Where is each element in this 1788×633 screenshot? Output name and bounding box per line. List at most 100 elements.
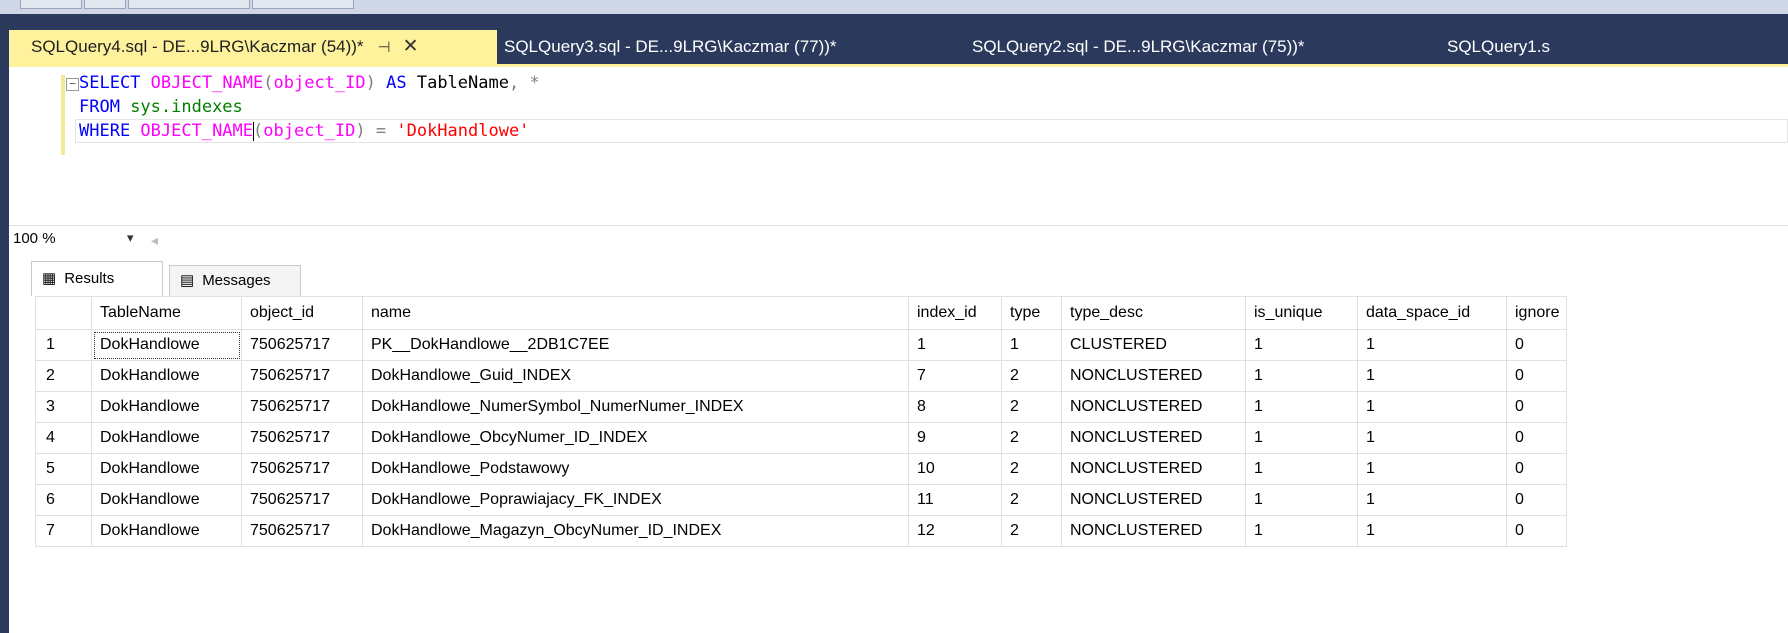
grid-cell[interactable]: 0 [1506,329,1567,361]
row-number[interactable]: 3 [35,391,92,423]
grid-cell[interactable]: 1 [1245,329,1358,361]
column-header[interactable]: type_desc [1061,296,1246,330]
grid-cell[interactable]: 750625717 [241,329,363,361]
table-row[interactable]: 3 DokHandlowe 750625717 DokHandlowe_NumerSy… [35,391,1567,423]
grid-cell[interactable]: 2 [1001,360,1062,392]
tab-sqlquery1[interactable]: SQLQuery1.s [1447,30,1550,64]
grid-cell[interactable]: 750625717 [241,453,363,485]
grid-cell[interactable]: 1 [1357,484,1507,516]
grid-cell[interactable]: DokHandlowe_Guid_INDEX [362,360,909,392]
grid-cell[interactable]: NONCLUSTERED [1061,391,1246,423]
row-number[interactable]: 1 [35,329,92,361]
grid-cell[interactable]: 2 [1001,453,1062,485]
grid-cell[interactable]: NONCLUSTERED [1061,453,1246,485]
grid-cell[interactable]: 7 [908,360,1002,392]
column-header[interactable]: ignore [1506,296,1567,330]
close-icon[interactable]: ✕ [403,30,419,64]
table-row[interactable]: 1 DokHandlowe 750625717 PK__DokHandlowe__2D… [35,329,1567,361]
grid-cell[interactable]: DokHandlowe [91,391,242,423]
grid-cell[interactable]: PK__DokHandlowe__2DB1C7EE [362,329,909,361]
grid-cell[interactable]: 1 [1357,453,1507,485]
grid-cell[interactable]: 750625717 [241,360,363,392]
grid-cell[interactable]: NONCLUSTERED [1061,360,1246,392]
pin-icon[interactable]: ⊣ [378,31,391,65]
grid-cell[interactable]: 0 [1506,360,1567,392]
grid-cell[interactable]: NONCLUSTERED [1061,422,1246,454]
grid-cell[interactable]: 11 [908,484,1002,516]
grid-cell[interactable]: 2 [1001,515,1062,547]
grid-cell[interactable]: 2 [1001,391,1062,423]
grid-cell[interactable]: DokHandlowe [91,515,242,547]
grid-cell[interactable]: 0 [1506,453,1567,485]
tab-messages[interactable]: ▤ Messages [169,265,301,297]
table-row[interactable]: 6 DokHandlowe 750625717 DokHandlowe_Poprawi… [35,484,1567,516]
grid-cell[interactable]: 1 [1245,515,1358,547]
column-header[interactable]: data_space_id [1357,296,1507,330]
tab-results[interactable]: ▦ Results [31,261,163,296]
grid-cell[interactable]: DokHandlowe [91,360,242,392]
column-header[interactable]: index_id [908,296,1002,330]
table-row[interactable]: 4 DokHandlowe 750625717 DokHandlowe_ObcyNum… [35,422,1567,454]
row-number[interactable]: 4 [35,422,92,454]
grid-cell[interactable]: 0 [1506,391,1567,423]
grid-cell[interactable]: 9 [908,422,1002,454]
grid-cell[interactable]: 1 [908,329,1002,361]
grid-cell[interactable]: DokHandlowe [91,422,242,454]
table-row[interactable]: 2 DokHandlowe 750625717 DokHandlowe_Guid_IN… [35,360,1567,392]
collapse-icon[interactable]: − [66,78,79,91]
grid-cell[interactable]: DokHandlowe_Poprawiajacy_FK_INDEX [362,484,909,516]
grid-cell[interactable]: DokHandlowe_NumerSymbol_NumerNumer_INDEX [362,391,909,423]
grid-cell[interactable]: 0 [1506,422,1567,454]
grid-cell[interactable]: 750625717 [241,484,363,516]
grid-cell[interactable]: DokHandlowe [91,484,242,516]
row-number[interactable]: 6 [35,484,92,516]
grid-cell[interactable]: 1 [1357,391,1507,423]
grid-cell[interactable]: 12 [908,515,1002,547]
grid-cell[interactable]: 750625717 [241,515,363,547]
grid-cell[interactable]: 1 [1245,360,1358,392]
tab-sqlquery3[interactable]: SQLQuery3.sql - DE...9LRG\Kaczmar (77))* [504,30,837,64]
grid-cell[interactable]: 1 [1245,484,1358,516]
column-header[interactable] [35,296,92,330]
grid-cell[interactable]: 1 [1357,360,1507,392]
column-header[interactable]: name [362,296,909,330]
grid-cell[interactable]: DokHandlowe [91,329,242,361]
grid-cell[interactable]: DokHandlowe_Magazyn_ObcyNumer_ID_INDEX [362,515,909,547]
grid-cell[interactable]: 1 [1245,453,1358,485]
grid-cell[interactable]: 750625717 [241,391,363,423]
tab-sqlquery4[interactable]: SQLQuery4.sql - DE...9LRG\Kaczmar (54))*… [9,30,497,64]
row-number[interactable]: 7 [35,515,92,547]
grid-cell[interactable]: NONCLUSTERED [1061,515,1246,547]
table-row[interactable]: 5 DokHandlowe 750625717 DokHandlowe_Podstaw… [35,453,1567,485]
grid-cell[interactable]: 750625717 [241,422,363,454]
row-number[interactable]: 2 [35,360,92,392]
grid-cell[interactable]: 0 [1506,484,1567,516]
scroll-left-icon[interactable]: ◂ [151,232,158,249]
row-number[interactable]: 5 [35,453,92,485]
grid-cell[interactable]: 8 [908,391,1002,423]
grid-cell[interactable]: DokHandlowe_ObcyNumer_ID_INDEX [362,422,909,454]
grid-cell[interactable]: 1 [1357,515,1507,547]
column-header[interactable]: TableName [91,296,242,330]
grid-cell[interactable]: 1 [1001,329,1062,361]
grid-cell[interactable]: CLUSTERED [1061,329,1246,361]
grid-cell[interactable]: DokHandlowe_Podstawowy [362,453,909,485]
column-header[interactable]: object_id [241,296,363,330]
column-header[interactable]: type [1001,296,1062,330]
column-header[interactable]: is_unique [1245,296,1358,330]
grid-cell[interactable]: 2 [1001,422,1062,454]
grid-cell[interactable]: 2 [1001,484,1062,516]
grid-cell[interactable]: 10 [908,453,1002,485]
grid-cell[interactable]: 1 [1245,391,1358,423]
grid-cell[interactable]: 1 [1357,422,1507,454]
grid-cell[interactable]: 1 [1245,422,1358,454]
chevron-down-icon[interactable]: ▾ [127,230,134,246]
table-row[interactable]: 7 DokHandlowe 750625717 DokHandlowe_Magazyn… [35,515,1567,547]
tab-sqlquery2[interactable]: SQLQuery2.sql - DE...9LRG\Kaczmar (75))* [972,30,1305,64]
grid-cell[interactable]: DokHandlowe [91,453,242,485]
grid-cell[interactable]: NONCLUSTERED [1061,484,1246,516]
grid-cell[interactable]: 0 [1506,515,1567,547]
zoom-level[interactable]: 100 % [13,230,56,247]
grid-cell[interactable]: 1 [1357,329,1507,361]
query-editor[interactable]: − SELECT OBJECT_NAME(object_ID) AS Table… [9,67,1788,225]
